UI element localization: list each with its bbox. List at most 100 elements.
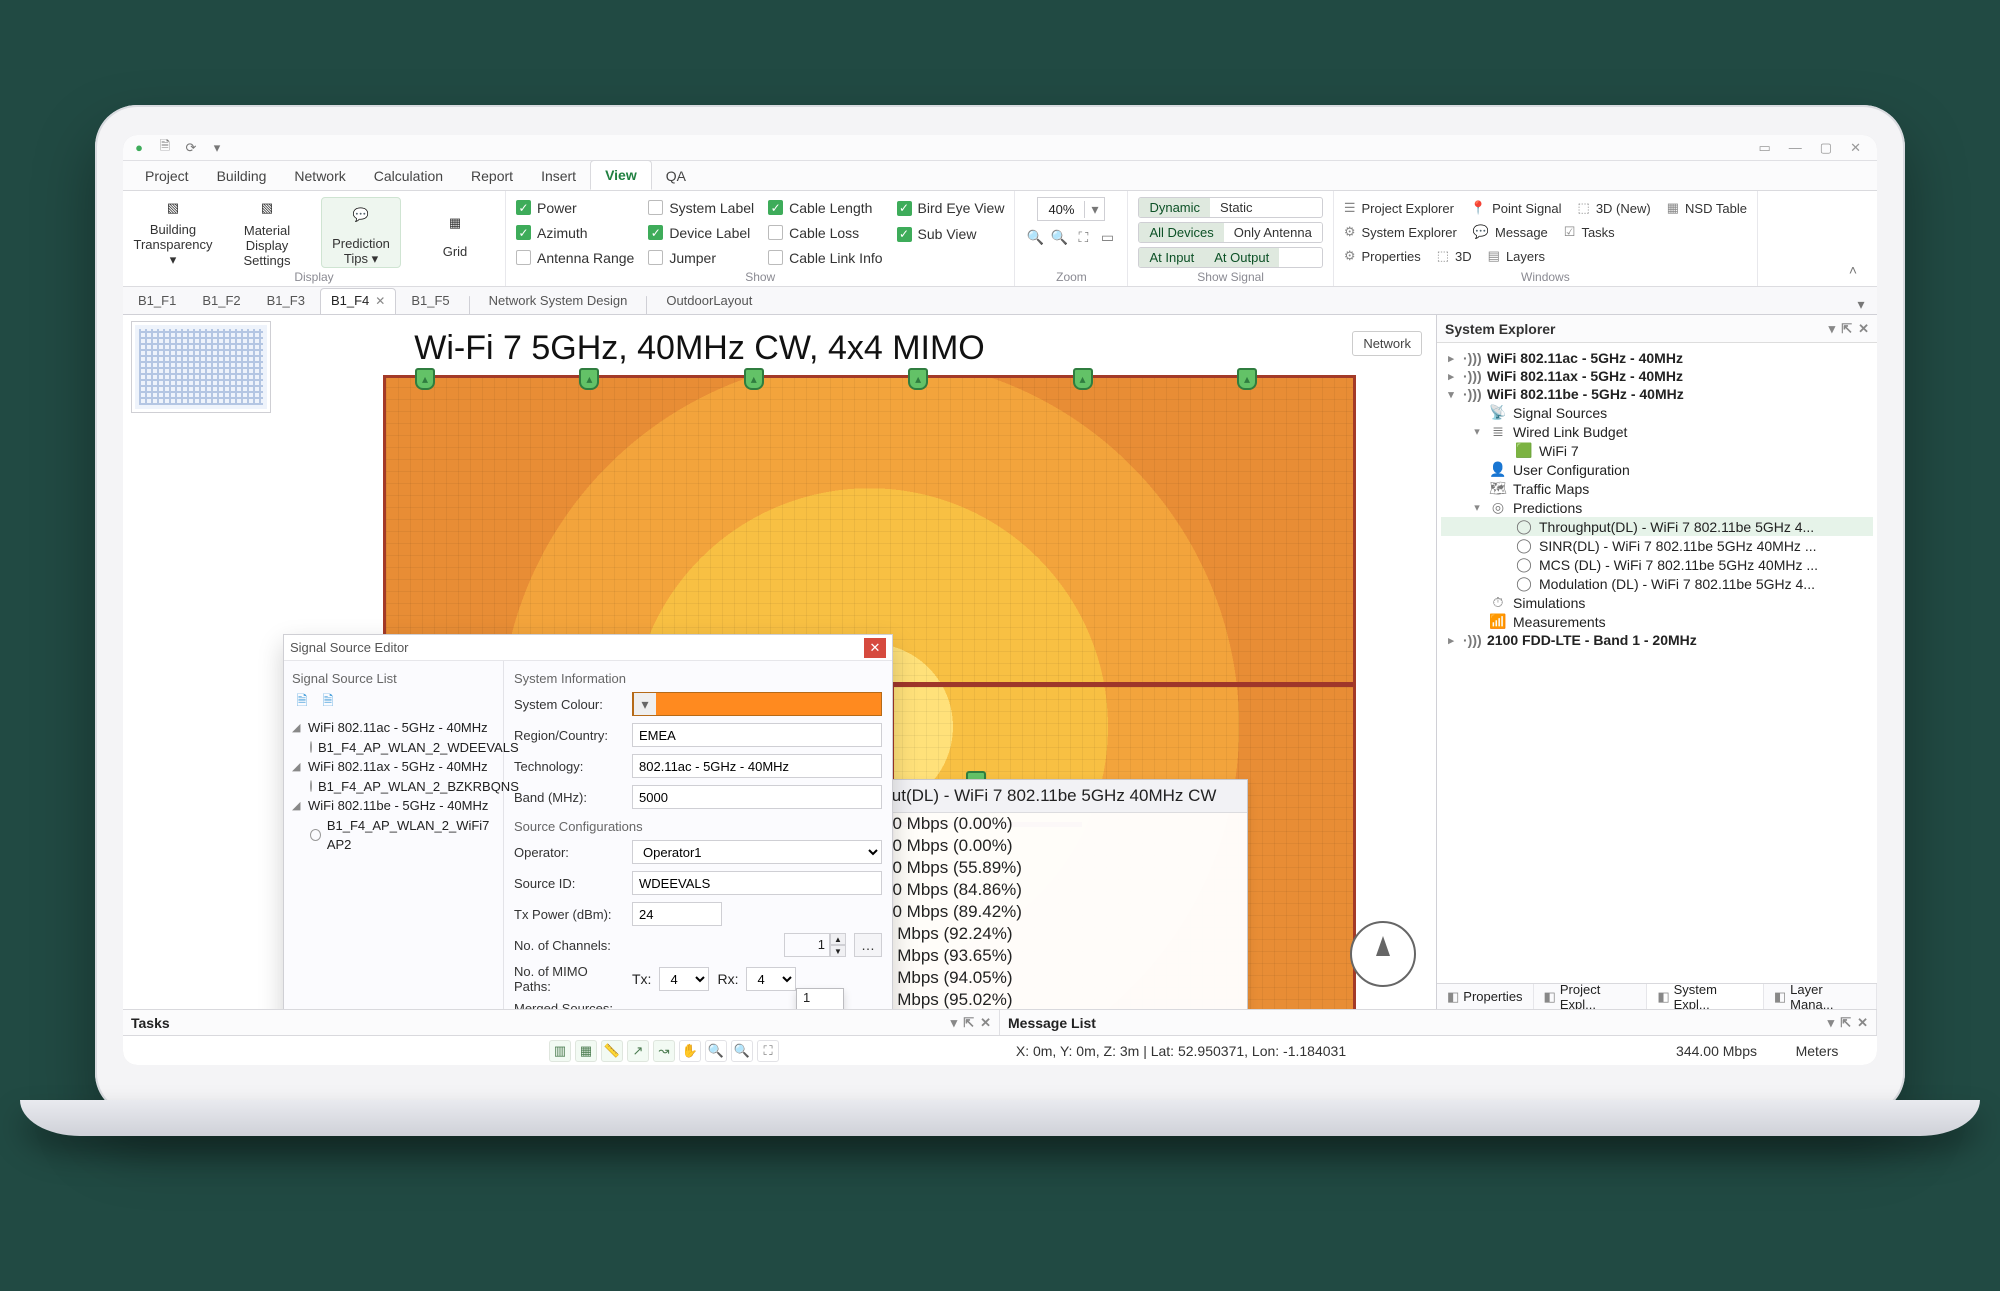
tab-outdoorlayout[interactable]: OutdoorLayout [655, 288, 763, 314]
channels-more-button[interactable]: … [854, 933, 882, 957]
zoom-fit-icon[interactable]: ⛶ [1073, 227, 1093, 247]
tree-node[interactable]: ▸·)))WiFi 802.11ac - 5GHz - 40MHz [1441, 349, 1873, 367]
menu-report[interactable]: Report [457, 162, 527, 190]
zoom-in-icon[interactable]: 🔍 [1025, 227, 1045, 247]
menu-project[interactable]: Project [131, 162, 203, 190]
ap-icon[interactable] [1073, 368, 1093, 390]
zoom-tool-icon[interactable]: 🔍 [705, 1040, 727, 1062]
zoom-1-1-icon[interactable]: ▭ [1097, 227, 1117, 247]
pane-dd-icon[interactable]: ▾ [951, 1015, 958, 1031]
window-project-explorer[interactable]: ☰Project Explorer [1344, 197, 1454, 219]
minimize-icon[interactable]: — [1789, 140, 1802, 156]
source-group[interactable]: ◢WiFi 802.11be - 5GHz - 40MHz [292, 796, 495, 816]
tab-b1-f5[interactable]: B1_F5 [400, 288, 460, 314]
ap-icon[interactable] [1237, 368, 1257, 390]
tasks-panel-title[interactable]: Tasks [131, 1015, 170, 1031]
window-3d[interactable]: ⬚3D [1437, 245, 1472, 267]
zoom-level[interactable]: 40% [1038, 202, 1084, 217]
menu-qa[interactable]: QA [652, 162, 700, 190]
tree-node[interactable]: 👤User Configuration [1441, 460, 1873, 479]
window-tasks[interactable]: ☑Tasks [1564, 221, 1615, 243]
pane-dd-icon[interactable]: ▾ [1828, 1015, 1835, 1031]
toggle-sub-view[interactable]: ✓Sub View [897, 223, 1005, 245]
toggle-jumper[interactable]: Jumper [648, 247, 754, 268]
source-group[interactable]: ◢WiFi 802.11ac - 5GHz - 40MHz [292, 718, 495, 738]
tree-node[interactable]: 📶Measurements [1441, 612, 1873, 631]
select-tool-icon[interactable]: ▥ [549, 1040, 571, 1062]
seg-all-devices[interactable]: All Devices [1139, 223, 1223, 242]
technology-input[interactable] [632, 754, 882, 778]
material-display[interactable]: ▧Material Display Settings [227, 197, 307, 268]
tab-network-system-design[interactable]: Network System Design [478, 288, 639, 314]
source-item[interactable]: B1_F4_AP_WLAN_2_WiFi7 AP2 [292, 816, 495, 855]
source-group[interactable]: ◢WiFi 802.11ax - 5GHz - 40MHz [292, 757, 495, 777]
zoom-out-tool-icon[interactable]: 🔍 [731, 1040, 753, 1062]
hand-tool-icon[interactable]: ✋ [679, 1040, 701, 1062]
pane-pin-icon[interactable]: ⇱ [963, 1015, 974, 1031]
pane-pin-icon[interactable]: ⇱ [1840, 1015, 1851, 1031]
mimo-tx-select[interactable]: 4 [659, 967, 709, 991]
source-item[interactable]: B1_F4_AP_WLAN_2_BZKRBQNS [292, 777, 495, 797]
tree-node[interactable]: ▸·)))2100 FDD-LTE - Band 1 - 20MHz [1441, 631, 1873, 649]
operator-select[interactable]: Operator1 [632, 840, 882, 864]
menu-calculation[interactable]: Calculation [360, 162, 457, 190]
tree-node[interactable]: 🗺Traffic Maps [1441, 479, 1873, 498]
tx-power-input[interactable] [632, 902, 722, 926]
grid[interactable]: ▦Grid [415, 197, 495, 268]
menu-network[interactable]: Network [280, 162, 359, 190]
seg-only-antenna[interactable]: Only Antenna [1224, 223, 1322, 242]
path-tool-icon[interactable]: ↝ [653, 1040, 675, 1062]
toggle-power[interactable]: ✓Power [516, 197, 634, 218]
window-properties[interactable]: ⚙Properties [1344, 245, 1421, 267]
menu-insert[interactable]: Insert [527, 162, 590, 190]
canvas[interactable]: Wi-Fi 7 5GHz, 40MHz CW, 4x4 MIMO Network [123, 315, 1437, 1009]
tabstrip-dd-icon[interactable]: ▾ [1851, 294, 1871, 314]
tree-node[interactable]: 🟩WiFi 7 [1441, 441, 1873, 460]
pane-close-icon[interactable]: ✕ [1857, 1015, 1868, 1031]
explorer-tab-system-expl-[interactable]: ◧System Expl... [1647, 984, 1764, 1009]
source-item[interactable]: B1_F4_AP_WLAN_2_WDEEVALS [292, 738, 495, 758]
rx-option[interactable]: 2 [797, 1006, 843, 1009]
menu-building[interactable]: Building [203, 162, 281, 190]
seg-dynamic[interactable]: Dynamic [1139, 198, 1210, 217]
message-list-title[interactable]: Message List [1008, 1015, 1096, 1031]
tree-node[interactable]: ◯Modulation (DL) - WiFi 7 802.11be 5GHz … [1441, 574, 1873, 593]
tree-node[interactable]: ▾≣Wired Link Budget [1441, 422, 1873, 441]
seg-at-input[interactable]: At Input [1139, 248, 1204, 267]
tree-node[interactable]: ◯Throughput(DL) - WiFi 7 802.11be 5GHz 4… [1441, 517, 1873, 536]
tree-node[interactable]: ⏱Simulations [1441, 593, 1873, 612]
system-explorer-tree[interactable]: ▸·)))WiFi 802.11ac - 5GHz - 40MHz▸·)))Wi… [1437, 343, 1877, 983]
ap-icon[interactable] [744, 368, 764, 390]
toggle-system-label[interactable]: System Label [648, 197, 754, 218]
pane-close-icon[interactable]: ✕ [1858, 321, 1869, 337]
tree-node[interactable]: ◯SINR(DL) - WiFi 7 802.11be 5GHz 40MHz .… [1441, 536, 1873, 555]
tree-node[interactable]: ▾·)))WiFi 802.11be - 5GHz - 40MHz [1441, 385, 1873, 403]
window-point-signal[interactable]: 📍Point Signal [1470, 197, 1562, 219]
mimo-rx-dropdown[interactable]: 12345678 [796, 988, 844, 1009]
building-transparency[interactable]: ▧Building Transparency ▾ [133, 197, 213, 268]
network-button[interactable]: Network [1352, 331, 1422, 356]
region-input[interactable] [632, 723, 882, 747]
toggle-cable-link-info[interactable]: Cable Link Info [768, 247, 882, 268]
pane-close-icon[interactable]: ✕ [980, 1015, 991, 1031]
arrow-tool-icon[interactable]: ↗ [627, 1040, 649, 1062]
toggle-azimuth[interactable]: ✓Azimuth [516, 222, 634, 243]
window-layers[interactable]: ▤Layers [1488, 245, 1545, 267]
collapse-ribbon-icon[interactable]: ˄ [1843, 260, 1863, 280]
toggle-antenna-range[interactable]: Antenna Range [516, 247, 634, 268]
stepper-up-icon[interactable]: ▲ [830, 933, 846, 945]
pane-dd-icon[interactable]: ▾ [1829, 321, 1836, 337]
grid-tool-icon[interactable]: ▦ [575, 1040, 597, 1062]
copy-source-icon[interactable]: 🗎 [318, 692, 338, 712]
ap-icon[interactable] [908, 368, 928, 390]
toggle-cable-loss[interactable]: Cable Loss [768, 222, 882, 243]
tab-b1-f3[interactable]: B1_F3 [256, 288, 316, 314]
customize-dd-icon[interactable]: ▾ [207, 138, 227, 158]
window-3d-new-[interactable]: ⬚3D (New) [1578, 197, 1651, 219]
measure-tool-icon[interactable]: 📏 [601, 1040, 623, 1062]
tab-b1-f1[interactable]: B1_F1 [127, 288, 187, 314]
tab-close-icon[interactable]: ✕ [375, 294, 385, 308]
zoom-dd-icon[interactable]: ▾ [1084, 201, 1104, 218]
dialog-close-icon[interactable]: ✕ [864, 638, 886, 658]
zoom-out-icon[interactable]: 🔍 [1049, 227, 1069, 247]
